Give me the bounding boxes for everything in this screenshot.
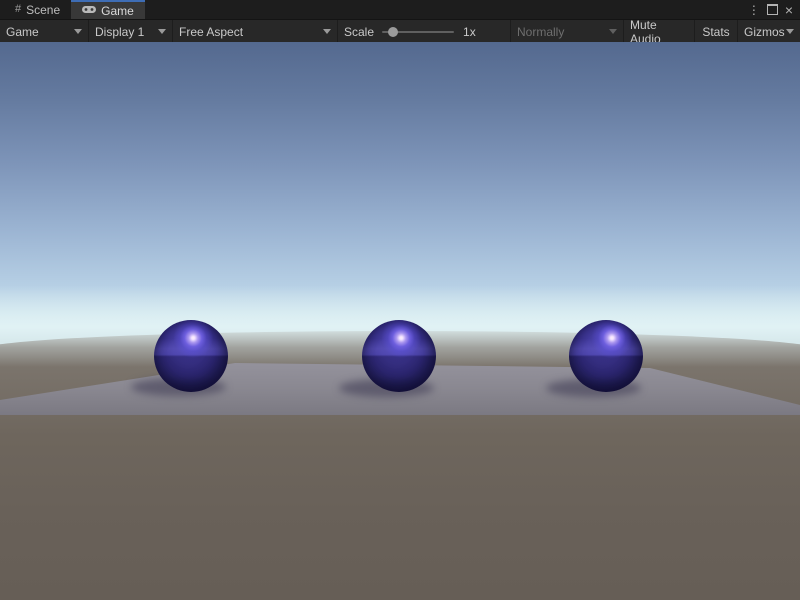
maximize-icon[interactable] — [767, 4, 778, 15]
unity-game-window: # Scene Game ⋮ × Game Display 1 Free Asp… — [0, 0, 800, 600]
gizmos-label: Gizmos — [744, 25, 785, 39]
game-viewport[interactable] — [0, 42, 800, 600]
gamepad-icon — [82, 5, 96, 17]
scale-label: Scale — [344, 25, 374, 39]
grid-icon: # — [15, 4, 21, 15]
chevron-down-icon — [74, 29, 82, 34]
scale-value: 1x — [463, 25, 476, 39]
stats-button[interactable]: Stats — [695, 20, 738, 43]
chevron-down-icon — [158, 29, 166, 34]
sphere-3 — [569, 320, 643, 392]
game-view-toolbar: Game Display 1 Free Aspect Scale 1x Norm… — [0, 20, 800, 43]
play-mode-label: Normally — [517, 25, 564, 39]
aspect-ratio-popup[interactable]: Free Aspect — [173, 20, 338, 43]
sphere-1 — [154, 320, 228, 392]
view-popup-label: Game — [6, 25, 39, 39]
gizmos-popup[interactable]: Gizmos — [738, 20, 800, 43]
kebab-menu-icon[interactable]: ⋮ — [748, 4, 760, 16]
mute-audio-button[interactable]: Mute Audio — [624, 20, 695, 43]
sphere-2 — [362, 320, 436, 392]
tab-scene[interactable]: # Scene — [4, 0, 71, 19]
play-mode-popup: Normally — [510, 20, 624, 43]
chevron-down-icon — [609, 29, 617, 34]
tab-scene-label: Scene — [26, 3, 60, 17]
stats-label: Stats — [702, 25, 729, 39]
scale-control: Scale 1x — [338, 20, 510, 43]
view-popup[interactable]: Game — [0, 20, 89, 43]
display-popup-label: Display 1 — [95, 25, 144, 39]
chevron-down-icon — [786, 29, 794, 34]
display-popup[interactable]: Display 1 — [89, 20, 173, 43]
tab-game-label: Game — [101, 4, 134, 18]
scale-slider-knob[interactable] — [388, 27, 398, 37]
aspect-ratio-label: Free Aspect — [179, 25, 243, 39]
chevron-down-icon — [323, 29, 331, 34]
scale-slider[interactable] — [382, 31, 454, 33]
tab-game[interactable]: Game — [71, 0, 145, 19]
close-icon[interactable]: × — [785, 3, 793, 17]
window-controls: ⋮ × — [748, 0, 800, 19]
